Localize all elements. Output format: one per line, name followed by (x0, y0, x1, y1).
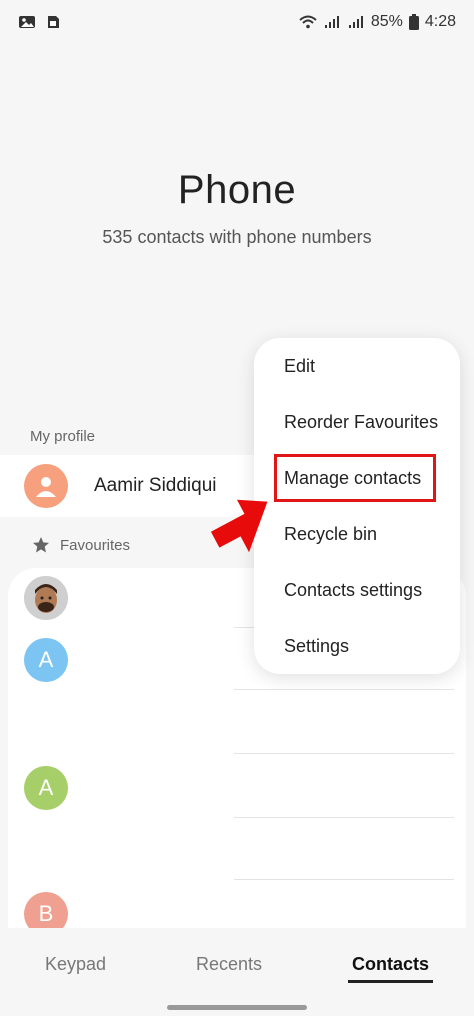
profile-avatar (24, 464, 68, 508)
redaction-box (90, 576, 234, 928)
overflow-menu: Edit Reorder Favourites Manage contacts … (254, 338, 460, 674)
memoji-icon (24, 576, 68, 620)
battery-percent: 85% (370, 13, 403, 30)
list-item[interactable]: A (24, 758, 454, 818)
contact-avatar: A (24, 638, 68, 682)
pointer-arrow-icon (210, 499, 268, 553)
contact-avatar: A (24, 766, 68, 810)
menu-item-contacts-settings[interactable]: Contacts settings (254, 562, 460, 618)
menu-item-recycle-bin[interactable]: Recycle bin (254, 506, 460, 562)
page-header: Phone 535 contacts with phone numbers (0, 168, 474, 248)
signal-icon (348, 16, 363, 28)
menu-item-edit[interactable]: Edit (254, 338, 460, 394)
sim-icon (48, 16, 59, 28)
battery-icon (408, 14, 419, 30)
contact-avatar (24, 576, 68, 620)
profile-name: Aamir Siddiqui (94, 475, 217, 496)
menu-item-settings[interactable]: Settings (254, 618, 460, 674)
page-title: Phone (177, 168, 297, 212)
list-item[interactable] (24, 694, 454, 754)
contact-avatar (24, 825, 74, 875)
star-icon (33, 537, 49, 553)
contacts-count: 535 contacts with phone numbers (102, 227, 372, 247)
contact-avatar (24, 699, 74, 749)
menu-item-manage-contacts[interactable]: Manage contacts (254, 450, 460, 506)
wifi-icon (299, 15, 317, 29)
contact-avatar: B (24, 892, 68, 928)
favourites-header: Favourites (32, 536, 130, 554)
highlight-box (274, 454, 436, 502)
signal-icon (324, 16, 339, 28)
clock: 4:28 (424, 13, 456, 30)
my-profile-label: My profile (30, 428, 96, 445)
tab-contacts[interactable]: Contacts (347, 948, 434, 983)
tab-keypad[interactable]: Keypad (41, 948, 110, 981)
status-bar: 85% 4:28 (0, 0, 474, 44)
bottom-navigation: Keypad Recents Contacts (0, 940, 474, 988)
status-left (18, 15, 62, 29)
gallery-icon (19, 16, 35, 28)
tab-recents[interactable]: Recents (192, 948, 266, 981)
status-right: 85% 4:28 (299, 13, 456, 31)
favourites-label: Favourites (60, 536, 131, 554)
person-icon (36, 477, 56, 497)
list-item[interactable] (24, 820, 454, 880)
home-indicator[interactable] (167, 1005, 307, 1010)
list-item[interactable]: B (24, 884, 454, 928)
menu-item-reorder-favourites[interactable]: Reorder Favourites (254, 394, 460, 450)
